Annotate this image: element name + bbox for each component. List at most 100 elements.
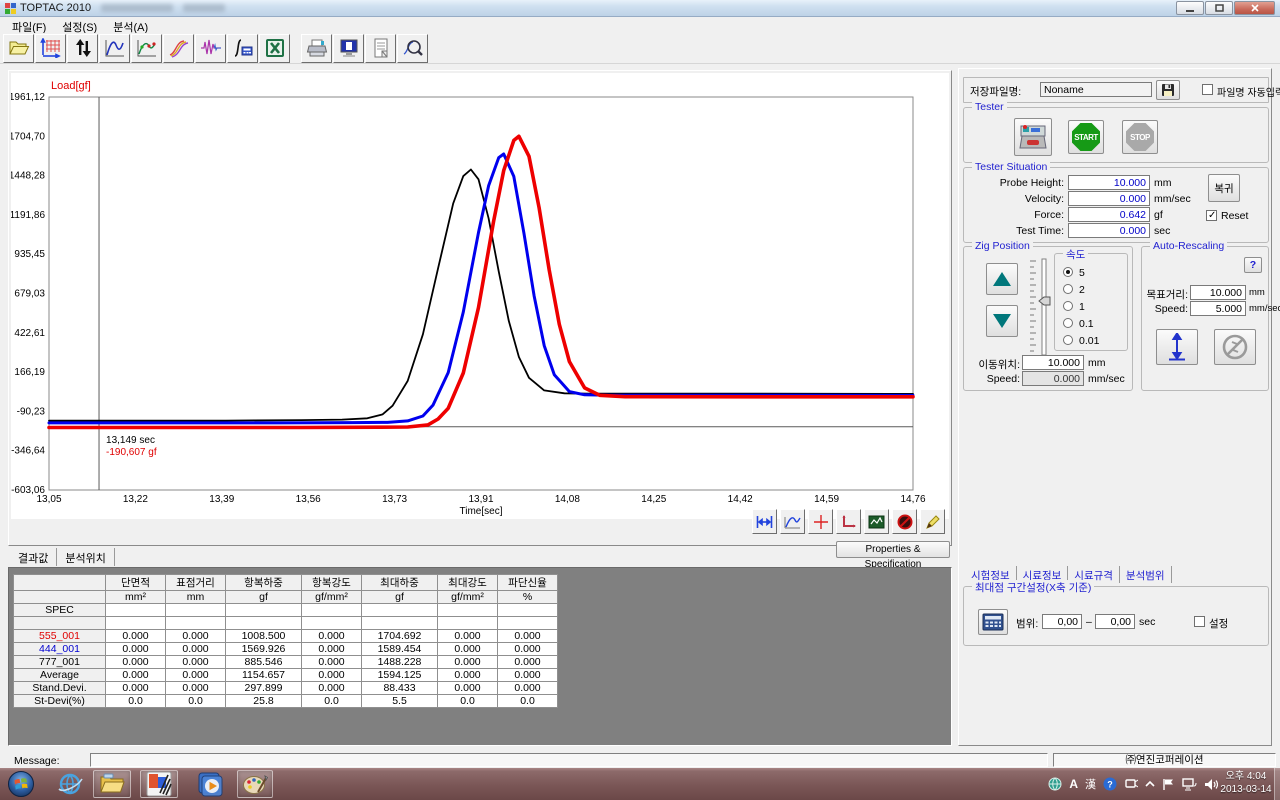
crosshair-button[interactable]: [808, 509, 833, 534]
sort-updown-button[interactable]: [67, 34, 98, 63]
integral-calc-button[interactable]: [227, 34, 258, 63]
load-time-chart[interactable]: Load[gf]1961,121704,701448,281191,86935,…: [11, 73, 949, 519]
grid-settings-icon: [40, 38, 62, 58]
speed-option-label: 1: [1079, 301, 1085, 313]
menu-file[interactable]: 파일(F): [4, 18, 54, 33]
save-button[interactable]: [1156, 80, 1180, 100]
start-button[interactable]: START: [1068, 120, 1104, 154]
table-row: [14, 617, 558, 630]
force-input[interactable]: [1068, 207, 1150, 222]
ime-mode-a[interactable]: A: [1069, 777, 1078, 791]
rescale-speed-input[interactable]: [1190, 301, 1246, 316]
open-file-button[interactable]: [3, 34, 34, 63]
table-cell: [226, 617, 302, 630]
table-header-cell: 최대강도: [438, 575, 498, 591]
zig-slider[interactable]: [1026, 257, 1054, 359]
menu-analysis[interactable]: 분석(A): [105, 18, 156, 33]
table-header-cell: gf/mm²: [302, 591, 362, 604]
cursor-load-readout: -190,607 gf: [106, 447, 157, 458]
table-cell: [166, 604, 226, 617]
y-tick-label: 1191,86: [11, 210, 45, 221]
range-set-checkbox[interactable]: [1194, 616, 1205, 627]
h-range-button[interactable]: [752, 509, 777, 534]
curve-graph-button[interactable]: [99, 34, 130, 63]
curve-points-icon: [136, 38, 158, 58]
taskbar-explorer[interactable]: [93, 770, 131, 798]
tab-analysis-position[interactable]: 분석위치: [57, 548, 114, 566]
speed-radio-5[interactable]: [1063, 267, 1073, 277]
speed-radio-1[interactable]: [1063, 301, 1073, 311]
speed-radio-0-1[interactable]: [1063, 318, 1073, 328]
auto-rescale-stop-button[interactable]: [1214, 329, 1256, 365]
tab-analysis-range[interactable]: 분석범위: [1120, 566, 1172, 583]
tester-machine-button[interactable]: [1014, 118, 1052, 156]
target-distance-input[interactable]: [1190, 285, 1246, 300]
range-from-input[interactable]: [1042, 614, 1082, 629]
table-row: 777_0010.0000.000885.5460.0001488.2280.0…: [14, 656, 558, 669]
test-time-input[interactable]: [1068, 223, 1150, 238]
taskbar-media-player[interactable]: [192, 770, 228, 798]
table-cell: 1154.657: [226, 669, 302, 682]
taskbar-toptac-app[interactable]: [140, 770, 178, 798]
filename-label: 저장파일명:: [970, 84, 1021, 99]
ime-hanja[interactable]: 漢: [1085, 776, 1096, 792]
taskbar-clock[interactable]: 오후 4:04 2013-03-14: [1220, 770, 1272, 796]
table-cell: 0.000: [302, 630, 362, 643]
table-cell: [362, 617, 438, 630]
action-center-flag-icon[interactable]: [1162, 778, 1175, 791]
taskbar-ie[interactable]: [52, 770, 88, 798]
curve-points-button[interactable]: [131, 34, 162, 63]
speed-radio-2[interactable]: [1063, 284, 1073, 294]
ime-globe-icon[interactable]: [1048, 777, 1062, 791]
show-hidden-icons[interactable]: [1145, 779, 1155, 789]
minimize-button[interactable]: [1176, 1, 1204, 15]
speed-radio-0-01[interactable]: [1063, 335, 1073, 345]
help-button[interactable]: ?: [1244, 257, 1262, 273]
probe-height-input[interactable]: [1068, 175, 1150, 190]
menu-settings[interactable]: 설정(S): [54, 18, 105, 33]
multi-curves-button[interactable]: [163, 34, 194, 63]
marker-off-button[interactable]: [892, 509, 917, 534]
table-cell: 88.433: [362, 682, 438, 695]
close-button[interactable]: [1234, 1, 1275, 15]
axis-origin-button[interactable]: [836, 509, 861, 534]
tab-results[interactable]: 결과값: [10, 548, 57, 566]
range-to-input[interactable]: [1095, 614, 1135, 629]
help-tray-icon[interactable]: ?: [1103, 777, 1117, 791]
taskbar-paint[interactable]: [237, 770, 273, 798]
grid-settings-button[interactable]: [35, 34, 66, 63]
pencil-edit-button[interactable]: [920, 509, 945, 534]
zig-up-button[interactable]: [986, 263, 1018, 295]
svg-text:?: ?: [1107, 780, 1113, 790]
device-tray-icon[interactable]: [1124, 778, 1138, 790]
internet-explorer-icon: [57, 771, 83, 797]
excel-export-button[interactable]: [259, 34, 290, 63]
curve-zoom-button[interactable]: [780, 509, 805, 534]
calculator-button[interactable]: [978, 609, 1008, 635]
table-cell: 0.0: [106, 695, 166, 708]
filename-input[interactable]: [1040, 82, 1152, 97]
print-preview-button[interactable]: [333, 34, 364, 63]
waveform-button[interactable]: [195, 34, 226, 63]
auto-rescale-run-button[interactable]: [1156, 329, 1198, 365]
report-button[interactable]: [365, 34, 396, 63]
zoom-preview-button[interactable]: [397, 34, 428, 63]
volume-tray-icon[interactable]: [1204, 778, 1218, 791]
start-orb[interactable]: [4, 770, 38, 798]
stop-button[interactable]: STOP: [1122, 120, 1158, 154]
restore-button[interactable]: [1205, 1, 1233, 15]
velocity-input[interactable]: [1068, 191, 1150, 206]
reset-checkbox[interactable]: [1206, 210, 1217, 221]
properties-specification-button[interactable]: Properties & Specification: [836, 541, 950, 558]
return-button[interactable]: 복귀: [1208, 174, 1240, 202]
network-tray-icon[interactable]: [1182, 778, 1197, 791]
show-desktop-button[interactable]: [1274, 768, 1280, 800]
move-position-input[interactable]: [1022, 355, 1084, 370]
status-bar: Message: ㈜연진코퍼레이션: [0, 752, 1280, 768]
print-button[interactable]: [301, 34, 332, 63]
image-capture-button[interactable]: [864, 509, 889, 534]
filename-auto-checkbox[interactable]: [1202, 84, 1213, 95]
start-label: START: [1074, 133, 1098, 142]
zig-down-button[interactable]: [986, 305, 1018, 337]
slider-thumb[interactable]: [1039, 297, 1050, 305]
